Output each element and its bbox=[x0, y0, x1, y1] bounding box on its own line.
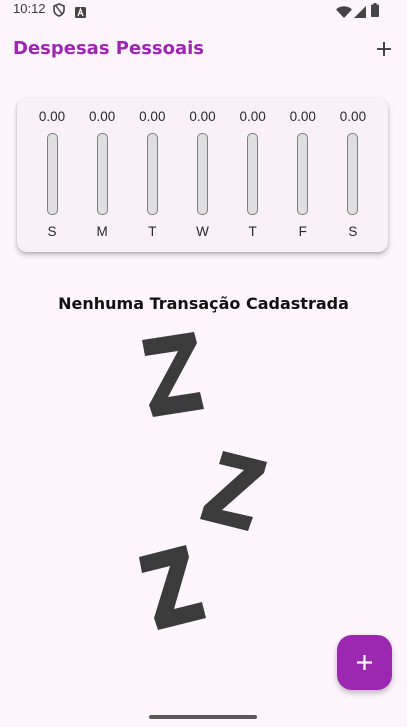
chart-bar-column: 0.00 S bbox=[328, 108, 378, 242]
status-time: 10:12 bbox=[13, 1, 46, 16]
chart-bar-track bbox=[96, 133, 108, 215]
chart-bar-track bbox=[347, 133, 359, 215]
chart-bar-track bbox=[46, 133, 58, 215]
chart-bar-day-label: W bbox=[196, 224, 209, 239]
chart-bar-column: 0.00 W bbox=[177, 108, 227, 242]
chart-bar-value: 0.00 bbox=[89, 109, 116, 124]
chart-bars: 0.00 S 0.00 M 0.00 T 0.00 W 0.00 T 0.00 F 0.00 S bbox=[27, 108, 378, 242]
chart-bar-day-label: T bbox=[248, 224, 257, 239]
chart-bar-column: 0.00 S bbox=[27, 108, 77, 242]
chart-bar-column: 0.00 T bbox=[228, 108, 278, 242]
chart-bar-day-label: F bbox=[298, 224, 307, 239]
add-fab-button[interactable] bbox=[337, 635, 392, 690]
chart-bar-track bbox=[297, 133, 309, 215]
add-transaction-button[interactable] bbox=[372, 37, 396, 61]
chart-bar-day-label: S bbox=[348, 224, 358, 239]
chart-bar-column: 0.00 T bbox=[127, 108, 177, 242]
chart-bar-track bbox=[247, 133, 259, 215]
add-icon bbox=[377, 42, 391, 56]
chart-bar-column: 0.00 F bbox=[278, 108, 328, 242]
chart-bar-value: 0.00 bbox=[289, 109, 316, 124]
chart-bar-value: 0.00 bbox=[239, 109, 266, 124]
add-icon bbox=[357, 655, 372, 670]
chart-bar-value: 0.00 bbox=[38, 109, 66, 124]
gesture-nav-handle[interactable] bbox=[149, 715, 257, 719]
battery-icon bbox=[371, 2, 379, 21]
weekly-chart-card: 0.00 S 0.00 M 0.00 T 0.00 W 0.00 T 0.00 F 0.00 S bbox=[17, 98, 388, 252]
chart-bar-day-label: S bbox=[47, 224, 57, 239]
chart-bar-track bbox=[146, 133, 158, 215]
wifi-icon bbox=[336, 3, 352, 22]
font-a-icon bbox=[75, 3, 86, 22]
chart-bar-value: 0.00 bbox=[339, 109, 367, 124]
empty-state-title: Nenhuma Transação Cadastrada bbox=[58, 294, 349, 313]
status-bar: 10:12 bbox=[0, 0, 407, 20]
chart-bar-column: 0.00 M bbox=[77, 108, 127, 242]
chart-bar-value: 0.00 bbox=[139, 109, 166, 124]
app-title: Despesas Pessoais bbox=[13, 38, 205, 59]
chart-bar-day-label: M bbox=[96, 224, 108, 239]
zzz-sleep-image bbox=[120, 330, 290, 640]
chart-bar-value: 0.00 bbox=[189, 109, 216, 124]
shield-icon bbox=[53, 2, 65, 21]
chart-bar-track bbox=[196, 133, 208, 215]
chart-bar-day-label: T bbox=[148, 224, 157, 239]
signal-icon bbox=[354, 3, 366, 22]
